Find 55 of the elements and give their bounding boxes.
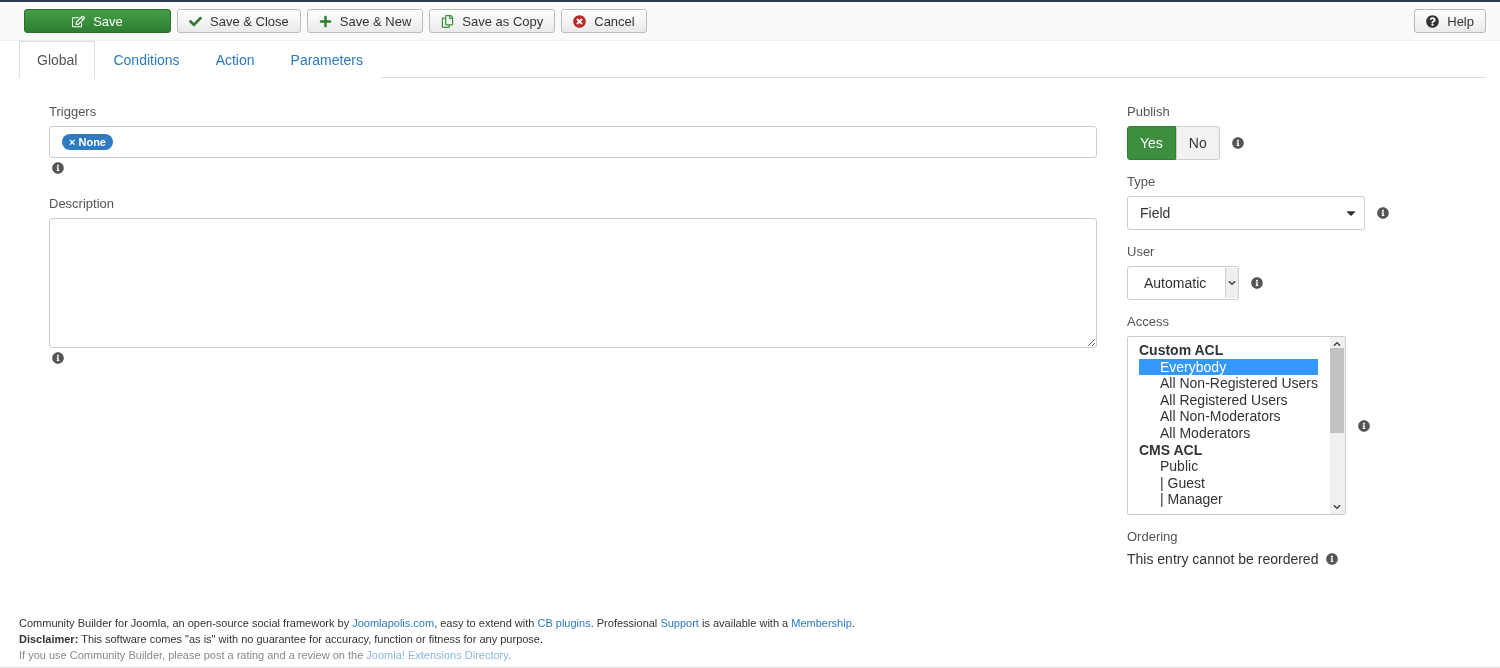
check-icon xyxy=(189,14,202,28)
tag[interactable]: × None xyxy=(62,134,113,150)
info-icon[interactable] xyxy=(52,162,64,174)
footer-text: If you use Community Builder, please post a rating and a review on the Joomla! Extensions Directory. xyxy=(19,648,512,663)
info-icon[interactable] xyxy=(1326,553,1339,565)
info-icon[interactable] xyxy=(1231,137,1244,149)
list-option[interactable]: All Non-Moderators xyxy=(1139,408,1318,425)
copy-icon xyxy=(441,14,455,28)
field-label: Description xyxy=(49,196,116,211)
toolbar-button[interactable]: Save & Close xyxy=(177,9,301,33)
toolbar-button[interactable]: Save as Copy xyxy=(429,9,556,33)
info-icon[interactable] xyxy=(1251,277,1263,289)
option-group-label: Custom ACL xyxy=(1139,342,1225,359)
list-option[interactable]: All Moderators xyxy=(1139,424,1318,442)
info-icon[interactable] xyxy=(1358,419,1370,432)
ordering-text: This entry cannot be reordered xyxy=(1127,551,1319,567)
field-label: Access xyxy=(1127,314,1170,329)
footer-text: Disclaimer: This software comes "as is" with no guarantee for accuracy, function or fitness for any purpose. xyxy=(19,632,545,647)
scrollbar[interactable] xyxy=(1329,337,1345,514)
cancel-icon xyxy=(573,14,587,28)
toggle-option[interactable]: No xyxy=(1175,126,1220,160)
info-icon[interactable] xyxy=(1377,207,1389,219)
toolbar-button[interactable]: Save xyxy=(24,9,171,33)
toolbar-button[interactable]: Cancel xyxy=(561,9,647,33)
toggle-option[interactable]: Yes xyxy=(1127,126,1176,160)
list-option[interactable]: All Registered Users xyxy=(1139,391,1318,409)
field-label: User xyxy=(1127,244,1156,259)
type-select[interactable]: Field xyxy=(1127,196,1365,230)
user-select[interactable]: Automatic xyxy=(1127,266,1239,300)
access-listbox[interactable]: Custom ACL Everybody All Non-Registered Users All Registered Users All Non-Moderators All Moderators CMS ACL Public | Guest | Manager xyxy=(1127,336,1346,515)
list-option[interactable]: Public xyxy=(1139,458,1318,475)
footer-link[interactable]: CB plugins xyxy=(537,617,591,629)
field-label: Type xyxy=(1127,174,1157,189)
info-icon[interactable] xyxy=(52,352,64,364)
footer-text: Community Builder for Joomla, an open-source social framework by Joomlapolis.com, easy to extend with CB plugins. Professional Support is available with a Membership. xyxy=(19,616,856,631)
chevron-down-icon[interactable] xyxy=(1333,503,1342,511)
chevron-up-icon[interactable] xyxy=(1333,340,1342,348)
list-option[interactable]: | Manager xyxy=(1139,491,1318,508)
tab[interactable]: Global xyxy=(19,41,96,78)
description-field[interactable] xyxy=(49,218,1097,348)
footer-link[interactable]: Support xyxy=(660,617,699,629)
plus-icon xyxy=(318,14,332,28)
list-option[interactable]: | Guest xyxy=(1139,474,1318,492)
option-group-label: CMS ACL xyxy=(1139,441,1204,459)
field-label: Triggers xyxy=(49,104,98,119)
field-label: Publish xyxy=(1127,104,1171,119)
edit-icon xyxy=(72,14,86,28)
toolbar-button[interactable]: Save & New xyxy=(306,9,424,33)
chevron-down-icon xyxy=(1228,279,1236,287)
field-label: Ordering xyxy=(1127,529,1179,544)
footer-link[interactable]: Membership xyxy=(791,617,852,629)
triggers-field[interactable]: × None xyxy=(49,126,1097,158)
list-option[interactable]: All Non-Registered Users xyxy=(1139,375,1318,392)
help-button[interactable]: Help xyxy=(1414,9,1486,33)
help-icon xyxy=(1426,14,1440,28)
